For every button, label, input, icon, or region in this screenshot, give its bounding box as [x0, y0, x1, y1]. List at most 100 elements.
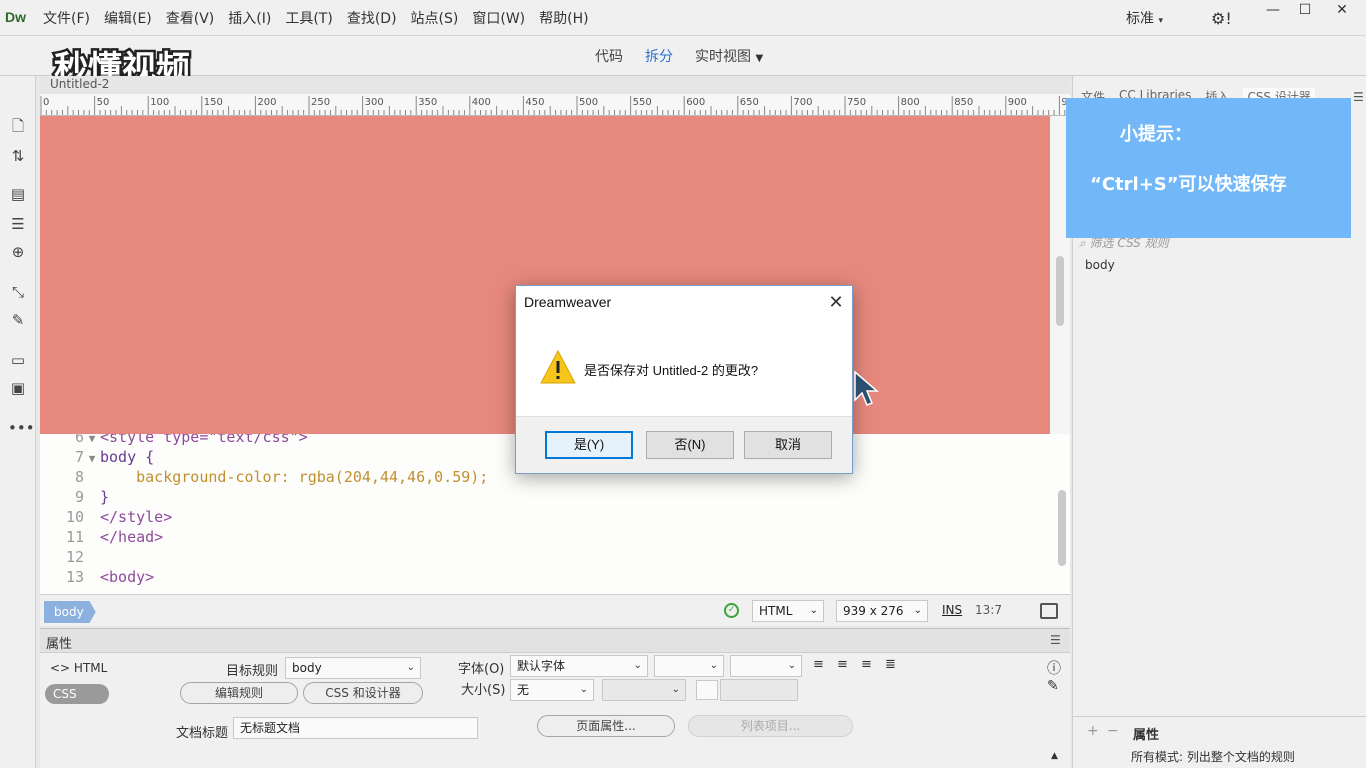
sync-icon[interactable]: ⇅ — [8, 146, 28, 166]
font-label: 字体(O) — [458, 662, 505, 677]
color-swatch[interactable] — [696, 680, 718, 700]
ruler-tick-label: 250 — [311, 97, 330, 108]
ruler-tick-label: 500 — [579, 97, 598, 108]
html-mode-button[interactable]: <> HTML — [50, 661, 107, 675]
code-line: 9} — [40, 488, 109, 508]
align-left-icon[interactable]: ≡ — [813, 658, 827, 672]
target-icon[interactable]: ⊕ — [8, 242, 28, 262]
page-properties-button[interactable]: 页面属性... — [537, 715, 675, 737]
menu-items: 文件(F) 编辑(E) 查看(V) 插入(I) 工具(T) 查找(D) 站点(S… — [36, 0, 596, 36]
chevron-down-icon: ⌄ — [406, 662, 415, 673]
dialog-close-button[interactable]: ✕ — [822, 290, 850, 316]
menu-edit[interactable]: 编辑(E) — [97, 8, 159, 28]
window-size-select[interactable]: 939 x 276 ⌄ — [836, 600, 928, 622]
align-right-icon[interactable]: ≡ — [861, 658, 875, 672]
code-text: } — [100, 488, 110, 506]
menu-file[interactable]: 文件(F) — [36, 8, 97, 28]
insert-mode-indicator[interactable]: INS — [942, 603, 962, 617]
line-number: 13 — [65, 568, 84, 586]
css-designer-button[interactable]: CSS 和设计器 — [303, 682, 423, 704]
code-line: 13 <body> — [40, 568, 154, 588]
menu-find[interactable]: 查找(D) — [340, 8, 404, 28]
edit-icon[interactable]: ✎ — [1047, 678, 1059, 694]
ruler-tick-label: 600 — [686, 97, 705, 108]
size-value: 无 — [517, 683, 530, 697]
color-value-field[interactable] — [720, 679, 798, 701]
yes-button[interactable]: 是(Y) — [545, 431, 633, 459]
line-number: 11 — [65, 528, 84, 546]
target-rule-select[interactable]: body ⌄ — [285, 657, 421, 679]
new-document-icon[interactable]: 🗋 — [8, 116, 28, 136]
list-item-button[interactable]: 列表项目... — [688, 715, 853, 737]
code-line: 6 ▼ <style type="text/css"> — [40, 434, 308, 448]
code-view-scroll-thumb[interactable] — [1058, 490, 1066, 566]
workspace-layout-select[interactable]: 标准 ▾ — [1126, 8, 1163, 28]
css-mode-button[interactable]: CSS — [45, 684, 109, 704]
menu-help[interactable]: 帮助(H) — [532, 8, 595, 28]
split-view-button[interactable]: 拆分 — [645, 46, 673, 66]
code-text: <body> — [100, 568, 155, 586]
collapse-up-icon[interactable]: ▲ — [1051, 751, 1058, 761]
css-mode-label: CSS — [53, 687, 77, 701]
maximize-button[interactable]: ☐ — [1288, 0, 1322, 22]
fold-icon[interactable]: ▼ — [84, 434, 100, 445]
live-view-scroll-thumb[interactable] — [1056, 256, 1064, 326]
live-view-button[interactable]: 实时视图 ▼ — [695, 46, 763, 66]
document-title-input[interactable]: 无标题文档 — [233, 717, 478, 739]
cancel-button[interactable]: 取消 — [744, 431, 832, 459]
align-center-icon[interactable]: ≡ — [837, 658, 851, 672]
css-rule-item[interactable]: body — [1085, 258, 1115, 272]
menu-site[interactable]: 站点(S) — [404, 8, 466, 28]
preview-device-icon[interactable] — [1040, 603, 1058, 619]
code-view-button[interactable]: 代码 — [595, 46, 623, 66]
tag-selector-body[interactable]: body — [44, 601, 96, 623]
comment-icon[interactable]: ▭ — [8, 350, 28, 370]
warning-icon — [540, 349, 576, 384]
menu-tools[interactable]: 工具(T) — [278, 8, 339, 28]
panel-menu-icon[interactable]: ☰ — [1050, 633, 1061, 647]
workspace-layout-label: 标准 — [1126, 11, 1154, 27]
comment-edit-icon[interactable]: ▣ — [8, 378, 28, 398]
code-line: 11 </head> — [40, 528, 163, 548]
font-select[interactable]: 默认字体 ⌄ — [510, 655, 648, 677]
minimize-button[interactable]: — — [1256, 0, 1290, 22]
fold-icon[interactable]: ▼ — [84, 452, 100, 465]
window-close-button[interactable]: ✕ — [1325, 0, 1359, 22]
chevron-down-icon: ⌄ — [913, 605, 922, 616]
font-weight-select[interactable]: ⌄ — [730, 655, 802, 677]
ruler-tick-label: 300 — [365, 97, 384, 108]
size-unit-select[interactable]: ⌄ — [602, 679, 686, 701]
size-select[interactable]: 无 ⌄ — [510, 679, 594, 701]
document-type-select[interactable]: HTML ⌄ — [752, 600, 824, 622]
menu-window[interactable]: 窗口(W) — [465, 8, 532, 28]
chevron-down-icon: ⌄ — [633, 660, 642, 671]
more-icon[interactable]: ••• — [8, 418, 35, 438]
left-toolbar: 🗋 ⇅ ▤ ☰ ⊕ ⤡ ✎ ▭ ▣ ••• — [0, 76, 36, 768]
remove-property-icon[interactable]: − — [1107, 723, 1119, 739]
panel-menu-icon[interactable]: ☰ — [1353, 90, 1364, 104]
caret-down-icon[interactable]: ▼ — [755, 53, 763, 64]
format-source-icon[interactable]: ☰ — [8, 214, 28, 234]
expand-icon[interactable]: ⤡ — [8, 282, 28, 302]
gear-icon[interactable]: ⚙! — [1211, 9, 1232, 28]
menu-insert[interactable]: 插入(I) — [221, 8, 278, 28]
ruler-tick-label: 650 — [740, 97, 759, 108]
menu-view[interactable]: 查看(V) — [159, 8, 222, 28]
wand-icon[interactable]: ✎ — [8, 310, 28, 330]
edit-rule-button[interactable]: 编辑规则 — [180, 682, 298, 704]
add-property-icon[interactable]: + — [1087, 723, 1099, 739]
validation-check-icon[interactable]: ✓ — [724, 603, 739, 618]
document-tab[interactable]: Untitled-2 — [40, 76, 1070, 94]
ruler-tick-label: 200 — [257, 97, 276, 108]
ruler-tick-label: 900 — [1008, 97, 1027, 108]
font-style-select[interactable]: ⌄ — [654, 655, 724, 677]
ruler-tick-label: 550 — [633, 97, 652, 108]
help-icon[interactable]: ⓘ — [1047, 658, 1061, 678]
properties-panel: 属性 ☰ <> HTML CSS 目标规则 body ⌄ 编辑规则 CSS 和设计… — [40, 628, 1070, 768]
no-button[interactable]: 否(N) — [646, 431, 734, 459]
chevron-down-icon: ⌄ — [787, 660, 796, 671]
align-justify-icon[interactable]: ≣ — [885, 658, 899, 672]
document-title-label: 文档标题 — [176, 726, 229, 741]
inspect-icon[interactable]: ▤ — [8, 184, 28, 204]
ruler-tick-label: 750 — [847, 97, 866, 108]
